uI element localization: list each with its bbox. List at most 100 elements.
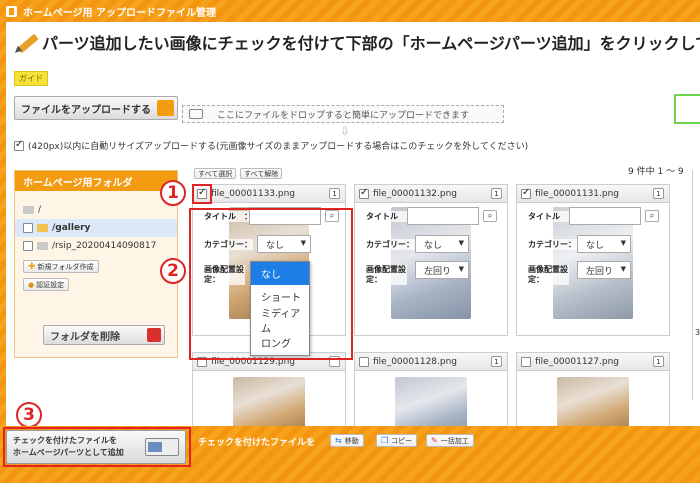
auto-resize-option[interactable]: (420px)以内に自動リサイズアップロードする(元画像サイズのままアップロード…: [14, 139, 528, 152]
file-name: file_00001129.png: [211, 356, 296, 367]
file-count-badge: 1: [653, 356, 664, 367]
chevron-down-icon: ▼: [300, 239, 306, 247]
dropdown-option-none[interactable]: なし: [251, 262, 309, 285]
card-header: file_00001128.png: [355, 353, 507, 371]
deselect-all-button[interactable]: すべて解除: [240, 168, 283, 179]
delete-folder-button[interactable]: フォルダを削除: [43, 325, 165, 345]
new-folder-button[interactable]: ✚ 新規フォルダ作成: [23, 260, 99, 273]
folder-checkbox[interactable]: [23, 223, 33, 233]
checked-files-label: チェックを付けたファイルを: [198, 438, 316, 448]
title-input[interactable]: [249, 207, 321, 225]
folder-item-root[interactable]: /: [15, 201, 177, 219]
folder-item-rsip[interactable]: /rsip_20200414090817: [15, 237, 177, 255]
chevron-down-icon: ▼: [458, 239, 464, 247]
file-count-badge: 1: [491, 356, 502, 367]
file-count-badge: 1: [491, 188, 502, 199]
card-header: file_00001132.png: [355, 185, 507, 203]
search-icon[interactable]: ⌕: [483, 210, 497, 222]
file-checkbox[interactable]: [521, 187, 531, 199]
result-count: 9 件中 1 ～ 9: [628, 167, 684, 177]
search-icon[interactable]: ⌕: [325, 210, 339, 222]
folder-icon: [37, 224, 48, 232]
step-badge-3: 3: [16, 402, 42, 426]
placement-select[interactable]: 左回り ▼: [577, 261, 631, 279]
thumbnail-image: [557, 377, 629, 426]
move-icon: ⇆: [335, 436, 342, 445]
heading-text: パーツ追加したい画像にチェックを付けて下部の「ホームページパーツ追加」をクリック…: [42, 34, 700, 53]
copy-icon: ❐: [381, 436, 389, 445]
copy-button[interactable]: ❐ コピー: [376, 434, 418, 447]
key-icon: ●: [28, 280, 35, 289]
file-checkbox[interactable]: [359, 187, 369, 199]
chevron-down-icon: ▼: [620, 265, 626, 273]
app-icon: [6, 5, 17, 17]
page-heading: パーツ追加したい画像にチェックを付けて下部の「ホームページパーツ追加」をクリック…: [14, 30, 700, 54]
brush-icon: ✎: [431, 436, 438, 445]
next-card-partial: 300: [692, 170, 700, 400]
file-card[interactable]: file_00001131.png 1 タイトル ： カテゴリー： 画像配置設定…: [516, 184, 670, 336]
file-card[interactable]: file_00001132.png 1 タイトル ： カテゴリー： 画像配置設定…: [354, 184, 508, 336]
title-input[interactable]: [407, 207, 479, 225]
file-name: file_00001127.png: [535, 356, 620, 367]
placement-label: 画像配置設定：: [203, 265, 245, 285]
plus-icon: ✚: [28, 261, 36, 272]
auto-resize-label: (420px)以内に自動リサイズアップロードする(元画像サイズのままアップロード…: [28, 142, 529, 152]
batch-edit-button[interactable]: ✎ 一括加工: [426, 434, 474, 447]
step-badge-2: 2: [160, 258, 186, 284]
file-checkbox[interactable]: [521, 356, 531, 367]
drag-hand-icon: [189, 109, 203, 119]
placement-label: 画像配置設定：: [527, 265, 569, 285]
category-label: カテゴリー：: [365, 239, 415, 250]
step-badge-1: 1: [160, 180, 186, 206]
right-search-box[interactable]: [674, 94, 700, 124]
pencil-icon: [14, 30, 38, 54]
card-header: file_00001133.png: [193, 185, 345, 203]
folder-checkbox[interactable]: [23, 241, 33, 251]
file-checkbox[interactable]: [359, 356, 369, 367]
card-header: file_00001131.png: [517, 185, 669, 203]
category-select[interactable]: なし ▼: [415, 235, 469, 253]
file-card[interactable]: file_00001128.png 1: [354, 352, 508, 426]
category-label: カテゴリー：: [527, 239, 577, 250]
window-titlebar: ホームページ用 アップロードファイル管理: [0, 0, 700, 22]
category-select[interactable]: なし ▼: [577, 235, 631, 253]
file-checkbox[interactable]: [197, 187, 207, 199]
placement-label: 画像配置設定：: [365, 265, 407, 285]
folder-icon: [157, 100, 174, 116]
thumbnail-image: [395, 377, 467, 426]
add-parts-icon: [145, 438, 179, 456]
placement-select[interactable]: 左回り ▼: [415, 261, 469, 279]
title-label: タイトル ：: [203, 211, 253, 222]
auto-resize-checkbox[interactable]: [14, 139, 24, 151]
folder-icon: [37, 242, 48, 250]
select-all-button[interactable]: すべて選択: [194, 168, 237, 179]
dropzone[interactable]: ここにファイルをドロップすると簡単にアップロードできます: [182, 105, 504, 123]
folder-sidebar: ホームページ用フォルダ / /gallery /rsip_20200414090…: [14, 170, 178, 358]
category-dropdown-list[interactable]: なし ショート ミディアム ロング: [250, 261, 310, 356]
folder-item-gallery[interactable]: /gallery: [15, 219, 177, 237]
file-card[interactable]: file_00001129.png: [192, 352, 346, 426]
auth-settings-button[interactable]: ● 認証設定: [23, 278, 70, 291]
file-count-badge: 1: [329, 188, 340, 199]
file-card[interactable]: file_00001127.png 1: [516, 352, 670, 426]
guide-badge[interactable]: ガイド: [14, 71, 48, 86]
upload-button-label: ファイルをアップロードする: [21, 104, 151, 116]
upload-file-button[interactable]: ファイルをアップロードする: [14, 96, 178, 120]
category-label: カテゴリー：: [203, 239, 253, 250]
file-name: file_00001128.png: [373, 356, 458, 367]
move-button[interactable]: ⇆ 移動: [330, 434, 364, 447]
add-as-homepage-parts-button[interactable]: チェックを付けたファイルを ホームページパーツとして追加: [6, 430, 186, 464]
chevron-down-icon: ▼: [458, 265, 464, 273]
dropzone-text: ここにファイルをドロップすると簡単にアップロードできます: [216, 110, 469, 121]
chevron-down-icon: ▼: [620, 239, 626, 247]
category-select[interactable]: なし ▼: [257, 235, 311, 253]
file-checkbox[interactable]: [197, 356, 207, 367]
title-input[interactable]: [569, 207, 641, 225]
dropdown-option-medium[interactable]: ミディアム: [251, 308, 309, 335]
partial-size-text: 300: [695, 328, 700, 337]
file-name: file_00001132.png: [373, 188, 458, 199]
thumbnail-image: [233, 377, 305, 426]
search-icon[interactable]: ⌕: [645, 210, 659, 222]
file-name: file_00001131.png: [535, 188, 620, 199]
main-panel: パーツ追加したい画像にチェックを付けて下部の「ホームページパーツ追加」をクリック…: [6, 22, 700, 426]
